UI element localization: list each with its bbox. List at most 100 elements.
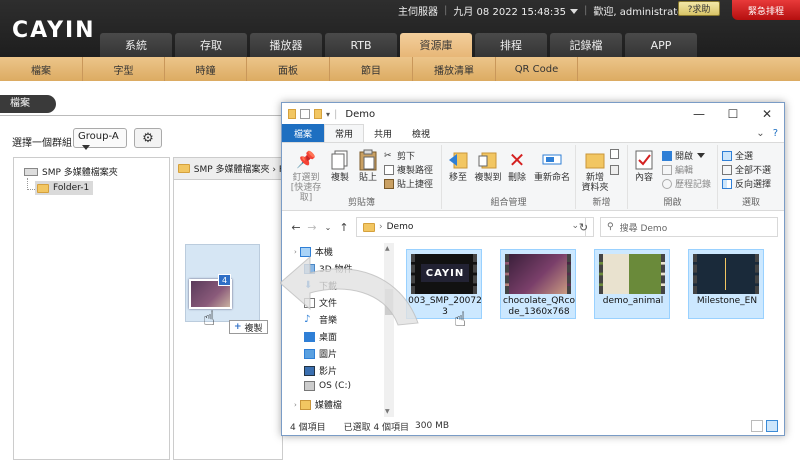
new-folder-button[interactable]: 新增 資料夾 (580, 149, 610, 193)
selected-count: 已選取 4 個項目 (343, 422, 410, 433)
subnav-panel[interactable]: 面板 (247, 57, 330, 81)
select-none-button[interactable]: 全部不選 (722, 163, 771, 176)
select-group-label: 選取 (741, 198, 760, 208)
new-item-button[interactable] (610, 149, 619, 159)
file-item-demo-animal[interactable]: demo_animal (594, 249, 670, 319)
file-item-milestone[interactable]: Milestone_EN (688, 249, 764, 319)
chevron-down-icon[interactable]: ▾ (326, 110, 330, 119)
ribbon-group-select: 全選 全部不選 反向選擇 選取 (718, 145, 784, 209)
tab-logs[interactable]: 記錄檔 (550, 33, 622, 57)
emergency-schedule-button[interactable]: 緊急排程 (732, 0, 800, 20)
gear-icon: ⚙ (142, 130, 154, 146)
edit-icon (662, 164, 672, 175)
file-name: chocolate_QRcode_1360x768 (503, 296, 575, 317)
explorer-statusbar: 4 個項目 已選取 4 個項目 300 MB (282, 417, 784, 435)
nav-item-media[interactable]: › 媒體檔 (294, 398, 342, 411)
move-to-icon (447, 149, 469, 171)
ribbon-tab-share[interactable]: 共用 (364, 124, 402, 142)
easy-access-icon (610, 165, 619, 175)
hand-cursor-icon: ☝ (203, 306, 216, 330)
invert-selection-button[interactable]: 反向選擇 (722, 177, 771, 190)
open-group-label: 開啟 (663, 198, 682, 208)
refresh-button[interactable]: ↻ (574, 217, 594, 237)
select-all-button[interactable]: 全選 (722, 149, 753, 162)
copy-button[interactable]: 複製 (328, 149, 352, 183)
subnav-playlist[interactable]: 播放清單 (413, 57, 496, 81)
new-folder-icon[interactable] (314, 109, 322, 119)
history-icon (662, 178, 672, 189)
tab-system[interactable]: 系統 (100, 33, 172, 57)
address-bar[interactable]: › Demo ⌄ (356, 217, 586, 237)
tab-access[interactable]: 存取 (175, 33, 247, 57)
pin-icon: 📌 (296, 150, 316, 169)
tab-library[interactable]: 資源庫 (400, 33, 472, 57)
help-button[interactable]: ?求助 (678, 1, 720, 16)
history-button[interactable]: 歷程記錄 (662, 177, 711, 190)
up-arrow-icon[interactable]: ↑ (336, 221, 352, 234)
copy-tooltip: + 複製 (229, 320, 268, 334)
copy-path-button[interactable]: 複製路徑 (384, 163, 433, 176)
maximize-button[interactable]: ☐ (716, 103, 750, 125)
properties-button[interactable]: 內容 (632, 149, 656, 183)
datetime-display[interactable]: 九月 08 2022 15:48:35 (453, 3, 578, 18)
tree-folder-1[interactable]: Folder-1 (35, 181, 93, 195)
minimize-button[interactable]: — (682, 103, 716, 125)
tab-player[interactable]: 播放器 (250, 33, 322, 57)
collapse-ribbon-icon[interactable]: ⌄ (756, 128, 764, 139)
ribbon-tab-view[interactable]: 檢視 (402, 124, 440, 142)
easy-access-button[interactable] (610, 165, 619, 175)
search-input[interactable]: ⚲ 搜尋 Demo (600, 217, 778, 237)
tab-schedule[interactable]: 排程 (475, 33, 547, 57)
window-title: Demo (345, 108, 376, 120)
properties-icon[interactable] (300, 109, 310, 119)
paste-button[interactable]: 貼上 (356, 149, 380, 183)
help-icon[interactable]: ? (773, 128, 778, 139)
scroll-down-icon[interactable]: ▼ (385, 408, 390, 415)
recent-locations-icon[interactable]: ⌄ (320, 223, 336, 232)
ribbon-group-open: 內容 開啟 編輯 歷程記錄 開啟 (628, 145, 718, 209)
edit-button[interactable]: 編輯 (662, 163, 693, 176)
pictures-icon (304, 348, 315, 359)
nav-item-os-drive[interactable]: OS (C:) (304, 381, 351, 391)
subnav-qrcode[interactable]: QR Code (496, 57, 578, 81)
video-thumbnail (693, 254, 759, 294)
tab-rtb[interactable]: RTB (325, 33, 397, 57)
paste-icon (357, 149, 379, 171)
subnav-program[interactable]: 節目 (330, 57, 413, 81)
file-item-chocolate[interactable]: chocolate_QRcode_1360x768 (500, 249, 576, 319)
delete-button[interactable]: ✕ 刪除 (506, 149, 528, 183)
tab-app[interactable]: APP (625, 33, 697, 57)
subnav-clock[interactable]: 時鐘 (165, 57, 247, 81)
ribbon-group-clipboard: 📌 釘選到 [快速存取] 複製 貼上 ✂ 剪下 複製路徑 貼上捷徑 剪貼簿 (282, 145, 442, 209)
status-line: 主伺服器 | 九月 08 2022 15:48:35 | 歡迎, adminis… (398, 3, 700, 18)
copy-path-icon (384, 164, 394, 175)
copy-to-button[interactable]: 複製到 (474, 149, 502, 183)
move-to-button[interactable]: 移至 (446, 149, 470, 183)
sub-nav: 檔案 字型 時鐘 面板 節目 播放清單 QR Code (0, 57, 800, 81)
ribbon-tab-home[interactable]: 常用 (324, 124, 365, 142)
subnav-fonts[interactable]: 字型 (83, 57, 165, 81)
drag-count-badge: 4 (218, 274, 231, 286)
cayin-logo: CAYIN (12, 18, 96, 43)
open-button[interactable]: 開啟 (662, 149, 706, 162)
back-arrow-icon[interactable]: ← (288, 221, 304, 234)
nav-item-pictures[interactable]: 圖片 (304, 347, 337, 360)
copy-icon (329, 149, 351, 171)
close-button[interactable]: ✕ (750, 103, 784, 125)
rename-button[interactable]: 重新命名 (532, 149, 572, 183)
ribbon-tab-file[interactable]: 檔案 (282, 124, 325, 142)
subnav-files[interactable]: 檔案 (0, 57, 83, 81)
open-icon (662, 150, 672, 161)
nav-item-videos[interactable]: 影片 (304, 364, 337, 377)
cut-button[interactable]: ✂ 剪下 (384, 149, 415, 163)
large-icons-view-icon[interactable] (766, 420, 778, 432)
copy-to-icon (477, 149, 499, 171)
selected-size: 300 MB (415, 421, 450, 431)
paste-shortcut-button[interactable]: 貼上捷徑 (384, 177, 433, 190)
settings-button[interactable]: ⚙ (134, 128, 162, 148)
group-select[interactable]: Group-A (73, 128, 127, 150)
details-view-icon[interactable] (751, 420, 763, 432)
paste-shortcut-icon (384, 178, 394, 189)
tree-root[interactable]: SMP 多媒體檔案夾 (24, 165, 118, 178)
forward-arrow-icon[interactable]: → (304, 221, 320, 234)
